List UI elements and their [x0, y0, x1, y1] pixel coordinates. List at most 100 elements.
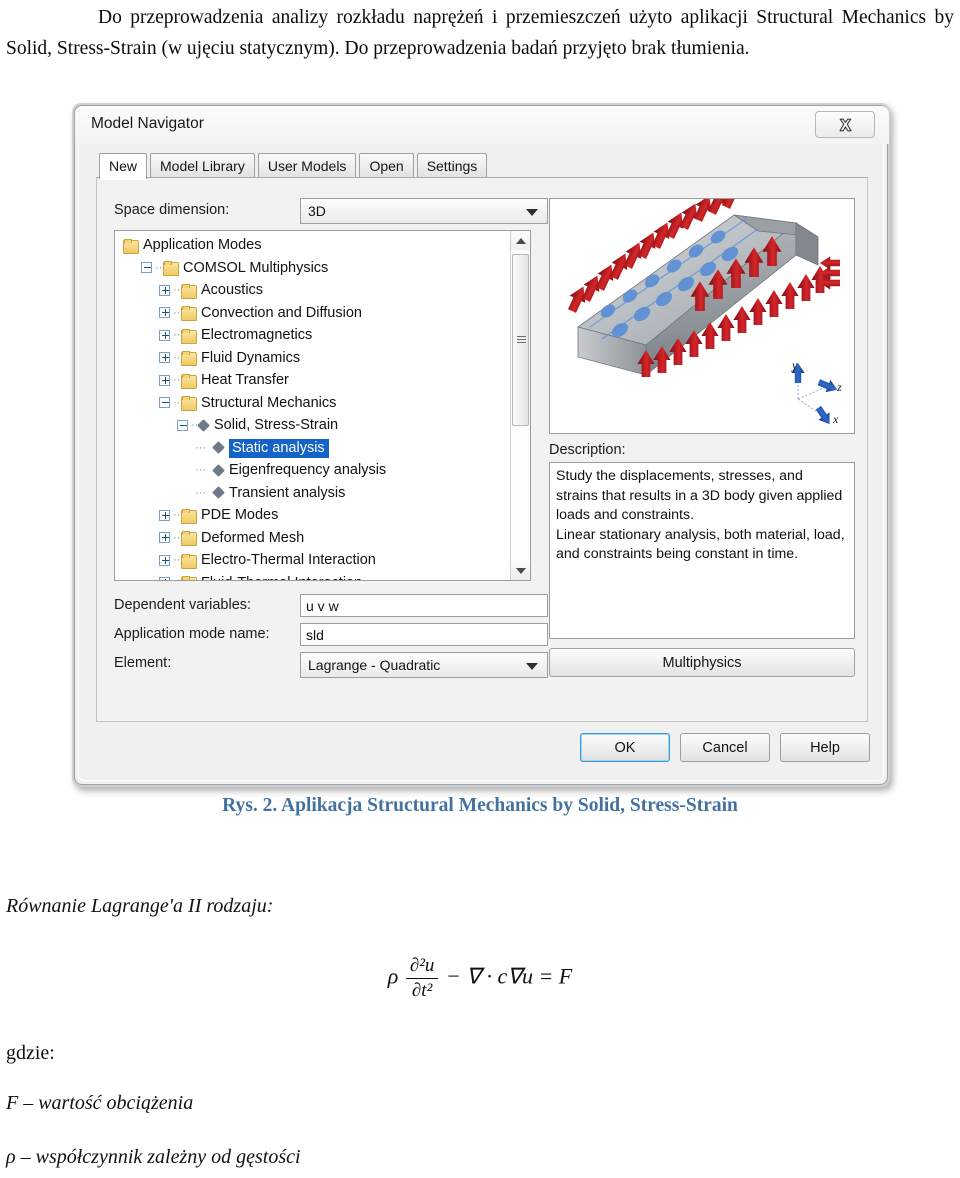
application-mode-name-row: Application mode name: sld: [114, 623, 554, 647]
equation-fraction: ∂²u ∂t²: [405, 955, 439, 1002]
tree-scrollbar[interactable]: [510, 231, 530, 580]
tree-item-label: Static analysis: [229, 438, 329, 458]
collapse-icon[interactable]: [159, 397, 170, 409]
tree-item-solid-stress-strain[interactable]: ·· Solid, Stress-Strain: [115, 414, 511, 437]
application-mode-name-input[interactable]: sld: [300, 623, 548, 646]
tree-connector: ···: [195, 441, 206, 454]
tab-new[interactable]: New: [99, 153, 148, 179]
folder-icon: [181, 531, 197, 547]
close-button[interactable]: [815, 111, 875, 138]
tree-item-electromagnetics[interactable]: ·· Electromagnetics: [115, 324, 511, 347]
tree-item-electro-thermal-interaction[interactable]: ·· Electro-Thermal Interaction: [115, 549, 511, 572]
expand-icon[interactable]: [159, 307, 170, 319]
help-button[interactable]: Help: [780, 733, 870, 762]
scroll-down-button[interactable]: [511, 561, 530, 580]
scroll-up-button[interactable]: [511, 231, 530, 250]
definition-force: F – wartość obciążenia: [6, 1092, 194, 1114]
description-line: Study the displacements, stresses, and s…: [556, 468, 843, 523]
tab-open[interactable]: Open: [359, 153, 414, 178]
dependent-variables-label: Dependent variables:: [114, 597, 252, 613]
folder-icon: [181, 553, 197, 569]
cancel-button[interactable]: Cancel: [680, 733, 770, 762]
tree-connector: ··: [173, 374, 181, 386]
tree-connector: ··: [173, 306, 181, 319]
equation-denominator: ∂t²: [405, 978, 439, 1002]
folder-icon: [181, 508, 197, 524]
tree-item-deformed-mesh[interactable]: ·· Deformed Mesh: [115, 527, 511, 550]
equation-numerator: ∂²u: [409, 955, 435, 976]
collapse-icon[interactable]: [177, 419, 188, 431]
expand-icon[interactable]: [159, 374, 170, 386]
space-dimension-select[interactable]: 3D: [300, 198, 548, 224]
folder-icon: [181, 351, 197, 367]
folder-icon: [181, 328, 197, 344]
beam-load-illustration: y z x: [550, 199, 854, 433]
tree-item-structural-mechanics[interactable]: ·· Structural Mechanics: [115, 392, 511, 415]
tree-item-transient-analysis[interactable]: ··· Transient analysis: [115, 482, 511, 505]
tree-connector: ···: [195, 486, 206, 499]
model-navigator-dialog: Model Navigator New Model Library User M…: [74, 105, 889, 785]
multiphysics-button[interactable]: Multiphysics: [549, 648, 855, 677]
description-text: Study the displacements, stresses, and s…: [549, 462, 855, 639]
equation-rest: − ∇ · c∇u = F: [445, 963, 573, 989]
expand-icon[interactable]: [159, 532, 170, 544]
tree-item-label: Electro-Thermal Interaction: [201, 552, 376, 569]
figure-caption: Rys. 2. Aplikacja Structural Mechanics b…: [222, 795, 738, 816]
tree-connector: ··: [173, 396, 181, 409]
tree-item-comsol-multiphysics[interactable]: ·· COMSOL Multiphysics: [115, 257, 511, 280]
expand-icon[interactable]: [159, 329, 170, 341]
expand-icon[interactable]: [159, 352, 170, 364]
tree-item-label: Fluid-Thermal Interaction: [201, 575, 362, 580]
tree-connector: ··: [173, 572, 181, 581]
application-modes-tree[interactable]: Application Modes ·· COMSOL Multiphysics ··…: [114, 230, 531, 581]
dialog-title: Model Navigator: [91, 115, 204, 132]
definition-rho: ρ – współczynnik zależny od gęstości: [6, 1146, 301, 1168]
tree-connector: ··: [173, 554, 181, 566]
tree-item-fluid-thermal-interaction[interactable]: ·· Fluid-Thermal Interaction: [115, 572, 511, 581]
dependent-variables-row: Dependent variables: u v w: [114, 594, 554, 618]
tree-item-static-analysis[interactable]: ··· Static analysis: [115, 437, 511, 460]
tree-item-label: Deformed Mesh: [201, 529, 305, 546]
triangle-down-icon: [515, 567, 526, 574]
element-select[interactable]: Lagrange - Quadratic: [300, 652, 548, 678]
tree-connector: ··: [173, 531, 181, 544]
dependent-variables-input[interactable]: u v w: [300, 594, 548, 617]
tree-node-list: Application Modes ·· COMSOL Multiphysics ··…: [115, 231, 511, 581]
tree-item-fluid-dynamics[interactable]: ·· Fluid Dynamics: [115, 347, 511, 370]
equation-rho: ρ: [387, 963, 399, 989]
tree-item-label: COMSOL Multiphysics: [183, 259, 329, 276]
folder-icon: [163, 261, 179, 277]
triangle-up-icon: [515, 237, 526, 244]
chevron-down-icon: [526, 209, 538, 216]
folder-icon: [181, 373, 197, 389]
tree-item-heat-transfer[interactable]: ·· Heat Transfer: [115, 369, 511, 392]
dialog-titlebar: Model Navigator: [75, 106, 889, 144]
folder-icon: [123, 238, 139, 254]
chevron-down-icon: [526, 663, 538, 670]
tab-model-library[interactable]: Model Library: [150, 153, 255, 178]
expand-icon[interactable]: [159, 509, 170, 521]
space-dimension-row: Space dimension: 3D: [114, 198, 574, 224]
application-mode-name-label: Application mode name:: [114, 626, 270, 642]
expand-icon[interactable]: [159, 284, 170, 296]
scrollbar-thumb[interactable]: [512, 254, 529, 426]
tree-item-pde-modes[interactable]: ·· PDE Modes: [115, 504, 511, 527]
tree-connector: ··: [173, 509, 181, 521]
tree-item-convection-and-diffusion[interactable]: ·· Convection and Diffusion: [115, 302, 511, 325]
collapse-icon[interactable]: [141, 262, 152, 274]
ok-button[interactable]: OK: [580, 733, 670, 762]
space-dimension-label: Space dimension:: [114, 202, 230, 218]
tab-user-models[interactable]: User Models: [257, 153, 357, 178]
expand-icon[interactable]: [159, 554, 170, 566]
tree-item-eigenfrequency-analysis[interactable]: ··· Eigenfrequency analysis: [115, 459, 511, 482]
model-preview-image: y z x: [549, 198, 855, 434]
tree-connector: ··: [173, 351, 181, 364]
expand-icon[interactable]: [159, 577, 170, 580]
tree-item-label: Convection and Diffusion: [201, 304, 362, 321]
tree-item-acoustics[interactable]: ·· Acoustics: [115, 279, 511, 302]
tree-item-application-modes[interactable]: Application Modes: [115, 234, 511, 257]
application-mode-name-value: sld: [306, 627, 324, 643]
tab-settings[interactable]: Settings: [416, 153, 488, 178]
tree-item-label: Fluid Dynamics: [201, 349, 301, 366]
tree-item-label: Heat Transfer: [201, 372, 289, 389]
